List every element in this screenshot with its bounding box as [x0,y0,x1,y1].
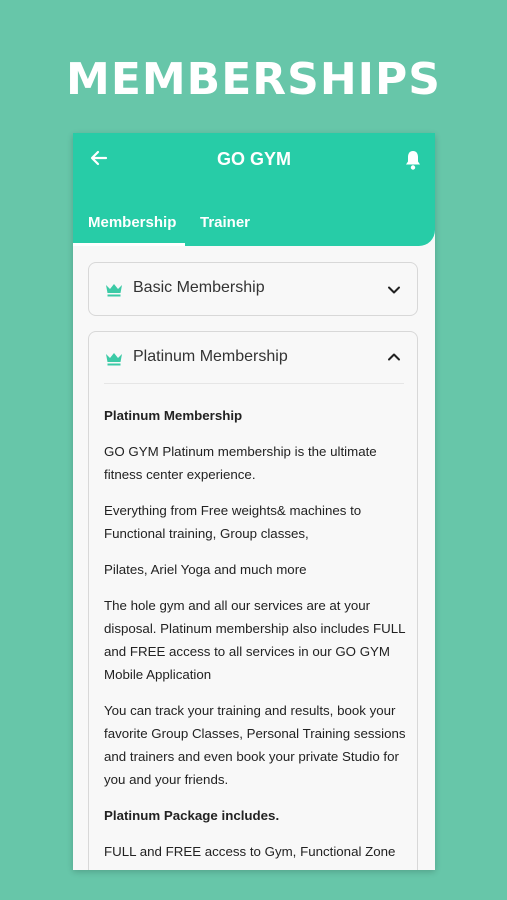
active-tab-indicator [73,243,185,246]
app-title: GO GYM [216,149,291,169]
card-divider [104,383,404,384]
tab-trainer[interactable]: Trainer [200,213,250,233]
promo-title: MEMBERSHIPS [66,54,441,105]
crown-icon [106,353,122,366]
description-paragraph: Pilates, Ariel Yoga and much more [104,562,307,577]
description-paragraph: FULL and FREE access to Gym, Functional … [104,844,396,859]
chevron-down-icon[interactable] [387,285,401,295]
description-heading: Platinum Membership [104,408,243,423]
app-screen: GO GYM Membership Trainer Basic Membersh… [73,133,435,870]
description-paragraph: The hole gym and all our services are at… [104,598,406,682]
description-paragraph: GO GYM Platinum membership is the ultima… [104,444,377,482]
platinum-membership-label[interactable]: Platinum Membership [133,347,288,367]
platinum-membership-description: Platinum Membership GO GYM Platinum memb… [104,404,409,870]
app-bar: GO GYM Membership Trainer [73,133,435,246]
description-paragraph: You can track your training and results,… [104,703,406,787]
basic-membership-label: Basic Membership [133,279,265,296]
basic-membership-card[interactable]: Basic Membership [88,262,418,316]
bell-icon[interactable] [403,149,423,171]
chevron-up-icon[interactable] [387,352,401,362]
crown-icon [106,284,122,297]
package-heading: Platinum Package includes. [104,808,280,823]
tab-membership[interactable]: Membership [88,213,176,233]
description-paragraph: Everything from Free weights& machines t… [104,503,362,541]
platinum-membership-card: Platinum Membership Platinum Membership … [88,331,418,870]
